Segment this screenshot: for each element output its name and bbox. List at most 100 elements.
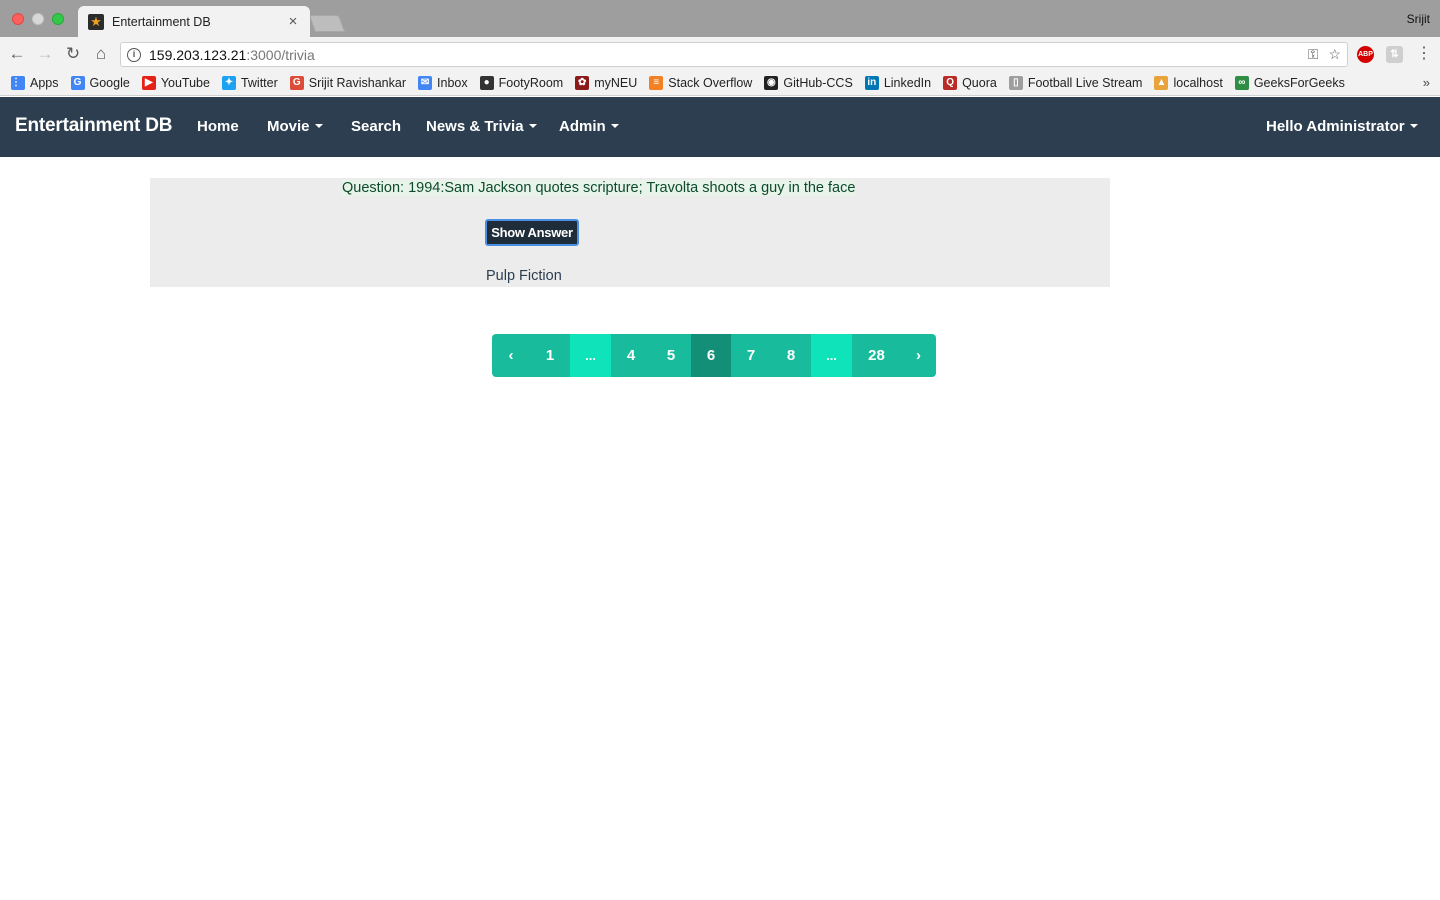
pagination-next-button[interactable]: › — [901, 334, 936, 377]
caret-down-icon — [528, 124, 537, 129]
nav-movie-label: Movie — [267, 118, 310, 135]
nav-admin-dropdown[interactable]: Admin — [559, 118, 619, 135]
caret-down-icon — [610, 124, 619, 129]
bookmark-item[interactable]: ≡ Stack Overflow — [649, 76, 752, 90]
linkedin-icon: in — [864, 76, 879, 90]
pagination: ‹ 1... 4 5 6 7 8... 28 › — [492, 334, 936, 377]
url-host: 159.203.123.21 — [149, 46, 247, 63]
bookmark-star-icon[interactable]: ☆ — [1328, 46, 1341, 63]
pagination-page[interactable]: 7 — [731, 334, 771, 377]
bookmark-item[interactable]: in LinkedIn — [864, 76, 932, 90]
user-greeting: Hello Administrator — [1266, 118, 1405, 135]
bookmark-label: Stack Overflow — [668, 76, 753, 90]
stackoverflow-icon: ≡ — [649, 76, 664, 90]
bookmark-label: Google — [89, 76, 130, 90]
back-arrow-icon[interactable]: ← — [7, 44, 27, 64]
quora-icon: Q — [943, 76, 958, 90]
browser-tab[interactable]: ★ Entertainment DB × — [78, 6, 310, 37]
show-answer-button[interactable]: Show Answer — [485, 219, 579, 246]
inbox-icon: ✉ — [418, 76, 433, 90]
pagination-ellipsis[interactable]: ... — [811, 334, 852, 377]
localhost-icon: ▲ — [1154, 76, 1169, 90]
twitter-icon: ✦ — [221, 76, 236, 90]
bookmark-item[interactable]: ⋮⋮ Apps — [11, 76, 59, 90]
google-plus-icon: G — [289, 76, 304, 90]
nav-news-trivia-dropdown[interactable]: News & Trivia — [426, 118, 537, 135]
forward-arrow-icon[interactable]: → — [35, 44, 55, 64]
star-favicon-icon: ★ — [88, 13, 104, 30]
trivia-question: Question: 1994:Sam Jackson quotes script… — [342, 180, 856, 196]
app-navbar: Entertainment DB Home Movie Search News … — [0, 97, 1440, 157]
bookmark-label: LinkedIn — [883, 76, 932, 90]
trivia-answer: Pulp Fiction — [486, 268, 562, 284]
home-icon[interactable]: ⌂ — [91, 44, 111, 64]
bookmark-item[interactable]: G Srijit Ravishankar — [289, 76, 407, 90]
close-tab-icon[interactable]: × — [286, 13, 300, 30]
pagination-page[interactable]: 5 — [651, 334, 691, 377]
pagination-ellipsis[interactable]: ... — [570, 334, 611, 377]
github-icon: ◉ — [764, 76, 779, 90]
bookmark-label: GeeksForGeeks — [1253, 76, 1345, 90]
bookmark-item[interactable]: Q Quora — [943, 76, 997, 90]
bookmark-label: Srijit Ravishankar — [308, 76, 407, 90]
bookmark-item[interactable]: ✉ Inbox — [418, 76, 468, 90]
zoom-window-button[interactable] — [52, 13, 64, 25]
bookmark-label: GitHub-CCS — [783, 76, 853, 90]
tab-title: Entertainment DB — [112, 14, 211, 29]
nav-news-trivia-label: News & Trivia — [426, 118, 524, 135]
footyroom-icon: ● — [479, 76, 494, 90]
bookmark-item[interactable]: ✦ Twitter — [221, 76, 278, 90]
paw-icon: ✿ — [575, 76, 590, 90]
adblock-plus-icon[interactable]: ABP — [1357, 46, 1374, 63]
extension-icon[interactable]: ⇅ — [1386, 46, 1403, 63]
bookmark-label: Twitter — [240, 76, 278, 90]
pagination-page[interactable]: 8 — [771, 334, 811, 377]
bookmark-label: localhost — [1173, 76, 1223, 90]
apps-grid-icon: ⋮⋮ — [11, 76, 31, 90]
bookmark-item[interactable]: G Google — [70, 76, 130, 90]
bookmark-item[interactable]: ◉ GitHub-CCS — [764, 76, 853, 90]
brand-logo[interactable]: Entertainment DB — [15, 115, 172, 137]
pagination-page[interactable]: 6 — [691, 334, 731, 377]
nav-movie-dropdown[interactable]: Movie — [267, 118, 323, 135]
bookmark-label: Quora — [962, 76, 997, 90]
bookmark-label: YouTube — [160, 76, 210, 90]
nav-home[interactable]: Home — [197, 118, 239, 135]
nav-admin-label: Admin — [559, 118, 606, 135]
bookmark-label: Football Live Stream — [1027, 76, 1143, 90]
close-window-button[interactable] — [12, 13, 24, 25]
profile-name[interactable]: Srijit — [1407, 12, 1430, 26]
bookmark-item[interactable]: ✿ myNEU — [575, 76, 637, 90]
bookmark-item[interactable]: ▯ Football Live Stream — [1008, 76, 1143, 90]
info-icon[interactable]: i — [127, 47, 141, 62]
bookmark-item[interactable]: ▶ YouTube — [141, 76, 210, 90]
pagination-page[interactable]: 28 — [852, 334, 901, 377]
caret-down-icon — [1409, 124, 1418, 129]
bookmark-item[interactable]: ● FootyRoom — [479, 76, 564, 90]
key-icon[interactable]: ⚿ — [1308, 46, 1319, 63]
bookmarks-bar: ⋮⋮ Apps G Google ▶ YouTube ✦ Twitter G Srijit Rav… — [0, 71, 1440, 96]
trivia-panel: Question: 1994:Sam Jackson quotes script… — [150, 178, 1110, 287]
bookmark-item[interactable]: ∞ GeeksForGeeks — [1234, 76, 1345, 90]
bookmark-label: Inbox — [437, 76, 468, 90]
new-tab-button[interactable] — [308, 15, 346, 32]
bookmark-item[interactable]: ▲ localhost — [1154, 76, 1223, 90]
pagination-prev-button[interactable]: ‹ — [492, 334, 530, 377]
address-bar[interactable]: i 159.203.123.21:3000/trivia ⚿ ☆ — [120, 42, 1348, 67]
browser-titlebar: ★ Entertainment DB × Srijit — [0, 0, 1440, 37]
browser-toolbar: ← → ↻ ⌂ i 159.203.123.21:3000/trivia ⚿ ☆… — [0, 37, 1440, 71]
minimize-window-button[interactable] — [32, 13, 44, 25]
browser-menu-icon[interactable]: ⋮ — [1416, 44, 1432, 64]
more-bookmarks-icon[interactable]: » — [1423, 75, 1430, 90]
bookmark-label: FootyRoom — [498, 76, 564, 90]
geeksforgeeks-icon: ∞ — [1234, 76, 1249, 90]
user-menu-dropdown[interactable]: Hello Administrator — [1266, 118, 1418, 135]
caret-down-icon — [314, 124, 323, 129]
pagination-page[interactable]: 1 — [530, 334, 570, 377]
pagination-page[interactable]: 4 — [611, 334, 651, 377]
youtube-icon: ▶ — [141, 76, 156, 90]
reload-icon[interactable]: ↻ — [63, 44, 83, 64]
url-path: :3000/trivia — [246, 46, 315, 63]
bookmark-label: myNEU — [594, 76, 638, 90]
nav-search[interactable]: Search — [351, 118, 401, 135]
